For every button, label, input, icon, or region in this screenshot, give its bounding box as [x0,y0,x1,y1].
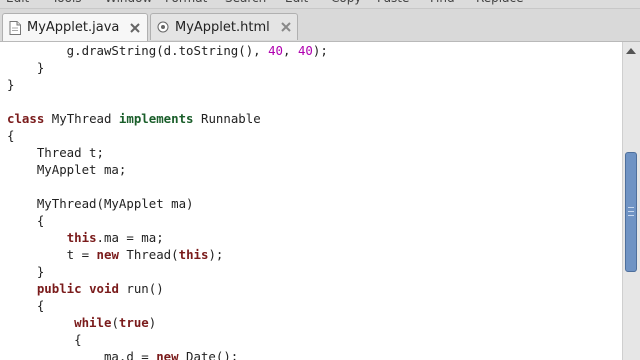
code-token: } [7,60,45,75]
scroll-up-icon[interactable] [626,48,636,54]
code-token: Runnable [193,111,261,126]
code-line: { [7,331,82,348]
code-token-num: 40 [297,43,313,58]
code-token: t = [7,247,97,262]
code-token: , [283,43,298,58]
code-token: { [7,332,82,347]
code-token-kw: true [118,315,149,330]
code-token-kw: this [66,230,97,245]
editor-tab-bar: MyApplet.java MyApplet.html [0,9,640,42]
menu-item[interactable]: Replace [476,0,523,5]
code-token-num: 40 [268,43,284,58]
vertical-scrollbar[interactable] [622,42,640,360]
code-token-kw: class [7,111,45,126]
java-file-icon [9,20,21,35]
code-token-kw: public [36,281,82,296]
code-line: } [7,59,44,76]
code-line: MyApplet ma; [7,161,127,178]
menu-item[interactable]: Edit [6,0,29,5]
code-token: Date(); [178,349,239,360]
code-token-kw: new [156,349,179,360]
code-line: { [7,212,44,229]
code-token: run() [118,281,164,296]
code-token: } [7,77,15,92]
code-token-kw: this [178,247,209,262]
code-token: ( [111,315,119,330]
code-line: Thread t; [7,144,104,161]
menu-item[interactable]: Search [225,0,266,5]
code-token: Thread t; [7,145,104,160]
code-token: ); [312,43,328,58]
code-line: g.drawString(d.toString(), 40, 40); [7,42,328,59]
tab-label: MyApplet.java [27,20,120,35]
code-line: MyThread(MyApplet ma) [7,195,194,212]
code-token: Thread( [118,247,179,262]
code-token: { [7,298,45,313]
code-token-kw: while [74,315,112,330]
code-line: } [7,76,14,93]
code-token: MyApplet ma; [7,162,127,177]
menu-item[interactable]: Format [165,0,207,5]
code-line: { [7,297,44,314]
code-line: public void run() [7,280,164,297]
close-tab-icon[interactable] [129,22,141,34]
menu-item[interactable]: Paste [377,0,409,5]
menu-item[interactable]: Edit [285,0,308,5]
code-line: ma.d = new Date(); [7,348,238,360]
code-token: { [7,128,15,143]
code-line: class MyThread implements Runnable [7,110,261,127]
menu-item[interactable]: Find [430,0,455,5]
code-line: t = new Thread(this); [7,246,224,263]
code-token: { [7,213,45,228]
code-line: } [7,263,44,280]
code-token: ) [148,315,157,330]
code-token: ma.d = [7,349,157,360]
tab-label: MyApplet.html [175,19,270,35]
code-token: ); [208,247,224,262]
code-line: { [7,127,14,144]
code-token: MyThread(MyApplet ma) [7,196,194,211]
tab-myapplet-java[interactable]: MyApplet.java [2,13,148,41]
html-file-icon [157,20,169,34]
menu-bar: Edit Tools Window Format Search Edit Copy Paste… [0,0,640,9]
code-token: g.drawString(d.toString(), [7,43,269,58]
code-editor[interactable]: g.drawString(d.toString(), 40, 40); }} cl… [0,42,622,360]
menu-item[interactable]: Window [105,0,152,5]
code-token: MyThread [44,111,119,126]
code-token: .ma = ma; [96,230,164,245]
code-token-kw: void [89,281,119,296]
scroll-thumb[interactable] [625,152,637,272]
code-token: } [7,264,45,279]
code-line: this.ma = ma; [7,229,164,246]
code-line: while(true) [7,314,156,331]
menu-item[interactable]: Copy [331,0,361,5]
code-token-kw: new [96,247,119,262]
tab-myapplet-html[interactable]: MyApplet.html [150,13,298,40]
close-tab-icon[interactable] [280,21,292,33]
menu-item[interactable]: Tools [52,0,82,5]
code-token-typ: implements [118,111,194,126]
